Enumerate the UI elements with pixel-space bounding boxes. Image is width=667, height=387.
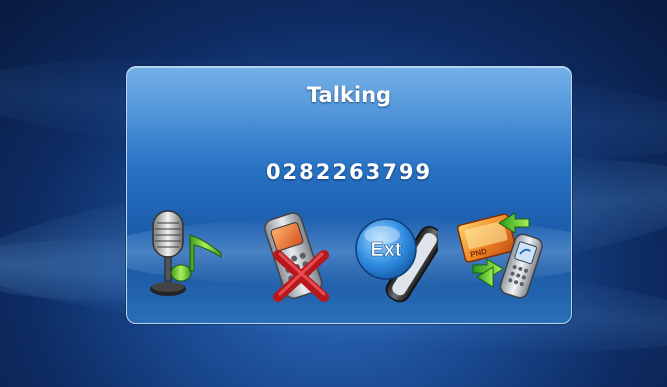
phone-cancel-icon (264, 212, 329, 302)
extension-button[interactable]: Ext (352, 205, 444, 305)
ext-badge-label: Ext (370, 239, 401, 261)
screen-background: Talking 0282263799 Ext PND (0, 0, 667, 387)
phone-number: 0282263799 (265, 160, 433, 184)
ext-keypad-icon: Ext (355, 218, 444, 303)
call-dialog: Talking 0282263799 Ext PND (126, 66, 572, 324)
phone-transfer-icon: PND (457, 212, 543, 299)
hangup-button[interactable] (252, 205, 338, 305)
transfer-button[interactable]: PND (457, 205, 543, 305)
voice-button[interactable] (145, 205, 231, 305)
call-status-title: Talking (306, 83, 392, 107)
microphone-music-note-icon (150, 210, 222, 296)
